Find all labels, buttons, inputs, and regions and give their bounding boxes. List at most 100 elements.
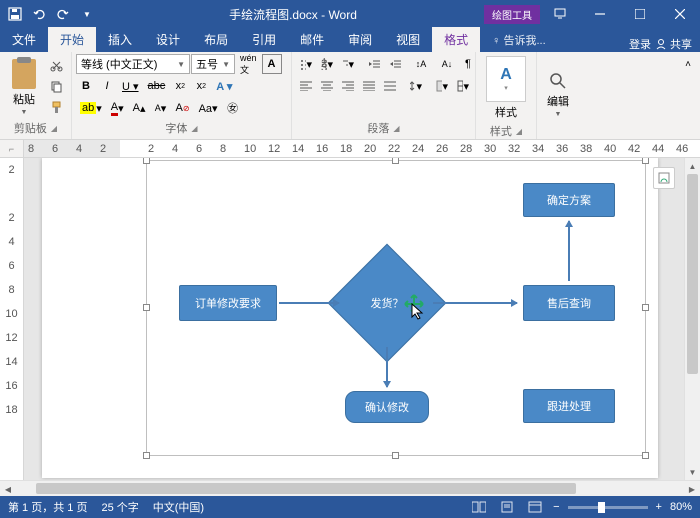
tab-insert[interactable]: 插入 — [96, 27, 144, 52]
arrow-2[interactable] — [433, 302, 517, 304]
drawing-canvas[interactable]: 订单修改要求 发货？ 确定方案 售后查询 确认修改 跟进处理 — [146, 160, 646, 456]
decrease-indent-button[interactable] — [364, 54, 384, 74]
zoom-slider[interactable] — [568, 506, 648, 509]
clipboard-launcher[interactable]: ◢ — [51, 124, 57, 133]
close-button[interactable] — [660, 0, 700, 28]
resize-handle-bm[interactable] — [392, 452, 399, 459]
resize-handle-rm[interactable] — [642, 304, 649, 311]
login-link[interactable]: 登录 — [629, 36, 651, 52]
enclose-char-button[interactable]: ㊛ — [223, 98, 243, 118]
tab-file[interactable]: 文件 — [0, 27, 48, 52]
underline-button[interactable]: U ▾ — [118, 76, 143, 96]
flowchart-node-request[interactable]: 订单修改要求 — [179, 285, 277, 321]
align-center-button[interactable] — [317, 76, 337, 96]
borders-button[interactable]: ▾ — [453, 76, 473, 96]
status-words[interactable]: 25 个字 — [101, 499, 138, 515]
collapse-ribbon-button[interactable]: ˄ — [678, 54, 698, 74]
arrow-1[interactable] — [279, 302, 339, 304]
strikethrough-button[interactable]: abc — [144, 76, 170, 96]
read-mode-button[interactable] — [469, 499, 489, 515]
zoom-level[interactable]: 80% — [670, 501, 692, 513]
status-page[interactable]: 第 1 页，共 1 页 — [8, 499, 87, 515]
format-painter-button[interactable] — [46, 98, 67, 118]
editing-button[interactable]: 编辑 ▼ — [541, 69, 575, 120]
numbering-button[interactable]: 123▾ — [317, 54, 337, 74]
sort-button[interactable]: A↓ — [437, 54, 457, 74]
paste-button[interactable]: 粘贴 ▼ — [4, 55, 44, 118]
ruler-corner[interactable]: ⌐ — [0, 140, 24, 158]
paragraph-launcher[interactable]: ◢ — [393, 124, 399, 133]
tab-mailings[interactable]: 邮件 — [288, 27, 336, 52]
arrow-4[interactable] — [386, 347, 388, 387]
resize-handle-tl[interactable] — [143, 158, 150, 164]
styles-launcher[interactable]: ◢ — [516, 127, 522, 136]
grow-font-button[interactable]: A▴ — [129, 98, 150, 118]
text-effects-button[interactable]: A ▾ — [212, 76, 236, 96]
scroll-left-button[interactable]: ◀ — [0, 481, 16, 497]
arrow-3[interactable] — [568, 221, 570, 281]
flowchart-node-confirm[interactable]: 确认修改 — [345, 391, 429, 423]
zoom-in-button[interactable]: + — [656, 501, 662, 513]
tab-layout[interactable]: 布局 — [192, 27, 240, 52]
save-button[interactable] — [4, 3, 26, 25]
resize-handle-br[interactable] — [642, 452, 649, 459]
copy-button[interactable] — [46, 77, 67, 97]
zoom-slider-thumb[interactable] — [598, 502, 605, 513]
flowchart-node-query[interactable]: 售后查询 — [523, 285, 615, 321]
font-size-combo[interactable]: 五号▼ — [191, 54, 235, 74]
font-color-button[interactable]: A▾ — [107, 98, 128, 118]
subscript-button[interactable]: x2 — [170, 76, 190, 96]
change-case-button[interactable]: Aa▾ — [195, 98, 222, 118]
flowchart-node-decision[interactable]: 发货？ — [345, 261, 429, 345]
cut-button[interactable] — [46, 56, 67, 76]
scroll-up-button[interactable]: ▲ — [685, 158, 700, 174]
horizontal-ruler[interactable]: 8642246810121416182022242628303234363840… — [24, 140, 700, 158]
undo-button[interactable] — [28, 3, 50, 25]
resize-handle-tr[interactable] — [642, 158, 649, 164]
tell-me[interactable]: ♀ 告诉我... — [480, 28, 557, 52]
flowchart-node-followup[interactable]: 跟进处理 — [523, 389, 615, 423]
shrink-font-button[interactable]: A▾ — [151, 98, 171, 118]
clear-formatting-button[interactable]: A⊘ — [172, 98, 194, 118]
align-left-button[interactable] — [296, 76, 316, 96]
vertical-scrollbar[interactable]: ▲ ▼ — [684, 158, 700, 480]
shading-button[interactable]: ▾ — [432, 76, 452, 96]
character-border-button[interactable]: A — [262, 54, 282, 74]
resize-handle-tm[interactable] — [392, 158, 399, 164]
align-justify-button[interactable] — [359, 76, 379, 96]
bullets-button[interactable]: ▾ — [296, 54, 316, 74]
superscript-button[interactable]: x2 — [191, 76, 211, 96]
highlight-button[interactable]: ab▾ — [76, 98, 106, 118]
tab-view[interactable]: 视图 — [384, 27, 432, 52]
multilevel-list-button[interactable]: ▾ — [338, 54, 358, 74]
minimize-button[interactable] — [580, 0, 620, 28]
scroll-thumb-h[interactable] — [36, 483, 576, 494]
web-layout-button[interactable] — [525, 499, 545, 515]
status-language[interactable]: 中文(中国) — [153, 499, 204, 515]
maximize-button[interactable] — [620, 0, 660, 28]
line-spacing-button[interactable]: ▾ — [406, 76, 426, 96]
styles-button[interactable]: A▾ 样式 — [480, 54, 532, 122]
resize-handle-bl[interactable] — [143, 452, 150, 459]
scroll-down-button[interactable]: ▼ — [685, 464, 700, 480]
font-name-combo[interactable]: 等线 (中文正文)▼ — [76, 54, 190, 74]
tab-design[interactable]: 设计 — [144, 27, 192, 52]
ribbon-options-button[interactable] — [540, 0, 580, 28]
italic-button[interactable]: I — [97, 76, 117, 96]
qat-customize[interactable]: ▼ — [76, 3, 98, 25]
tab-review[interactable]: 审阅 — [336, 27, 384, 52]
horizontal-scrollbar[interactable]: ◀ ▶ — [0, 480, 700, 496]
align-right-button[interactable] — [338, 76, 358, 96]
redo-button[interactable] — [52, 3, 74, 25]
document-canvas[interactable]: 订单修改要求 发货？ 确定方案 售后查询 确认修改 跟进处理 — [24, 158, 684, 480]
align-distribute-button[interactable] — [380, 76, 400, 96]
show-marks-button[interactable]: ¶ — [458, 54, 478, 74]
bold-button[interactable]: B — [76, 76, 96, 96]
tab-format[interactable]: 格式 — [432, 27, 480, 52]
font-launcher[interactable]: ◢ — [191, 124, 197, 133]
flowchart-node-plan[interactable]: 确定方案 — [523, 183, 615, 217]
increase-indent-button[interactable] — [385, 54, 405, 74]
share-button[interactable]: 共享 — [655, 36, 692, 52]
resize-handle-lm[interactable] — [143, 304, 150, 311]
vertical-ruler[interactable]: 224681012141618 — [0, 158, 24, 480]
